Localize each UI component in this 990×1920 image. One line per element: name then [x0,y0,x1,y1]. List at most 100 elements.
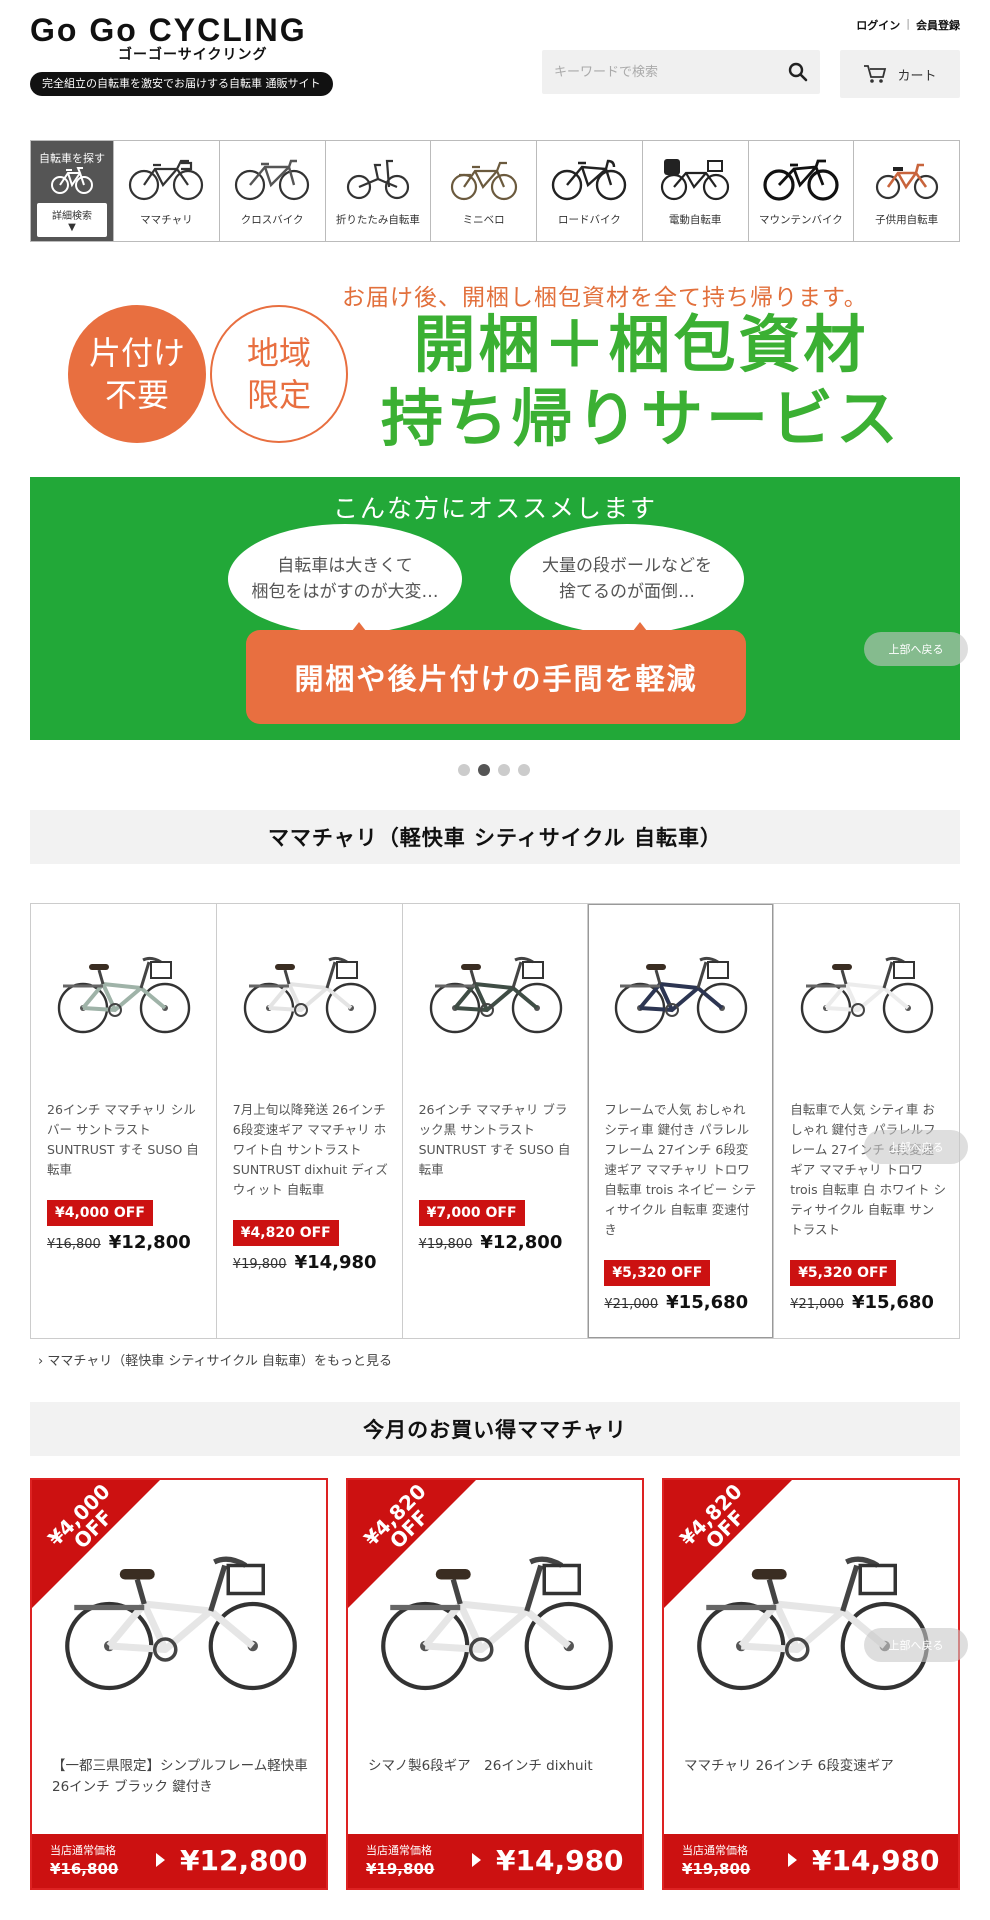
product-row: 26インチ ママチャリ シルバー サントラスト SUNTRUST すそ SUSO… [30,903,960,1339]
deal-price-bar: 当店通常価格 ¥19,800 ¥14,980 [348,1834,642,1888]
product-name: 26インチ ママチャリ シルバー サントラスト SUNTRUST すそ SUSO… [47,1102,199,1177]
discount-badge: ¥7,000 OFF [418,1200,525,1226]
arrow-right-icon [788,1853,797,1867]
product-card[interactable]: 自転車で人気 シティ車 おしゃれ 鍵付き パラレルフレーム 27インチ 6段変速… [773,904,959,1338]
benefit-callout: 開梱や後片付けの手間を軽減 [246,630,746,724]
original-price: ¥19,800 [232,1257,287,1272]
price-block: ¥19,800 ¥12,800 [419,1232,563,1253]
category-item-roadbike[interactable]: ロードバイク [536,141,642,241]
category-label: ロードバイク [557,214,621,226]
search-input[interactable] [542,50,772,94]
site-logo-kana: ゴーゴーサイクリング [118,47,268,63]
carousel-dot[interactable] [518,764,530,776]
account-links: ログイン | 会員登録 [856,17,960,33]
speech-bubble: 大量の段ボールなどを 捨てるのが面倒… [510,524,744,634]
kids-bike-icon [875,163,938,200]
carousel-dot[interactable] [458,764,470,776]
cart-button[interactable]: カート [840,50,960,98]
deal-name: シマノ製6段ギア 26インチ dixhuit [368,1758,593,1774]
deal-price-bar: 当店通常価格 ¥19,800 ¥14,980 [664,1834,958,1888]
discount-badge: ¥5,320 OFF [604,1260,711,1286]
product-card[interactable]: 7月上旬以降発送 26インチ 6段変速ギア ママチャリ ホワイト白 サントラスト… [215,904,402,1338]
sale-price: ¥14,980 [812,1844,940,1877]
product-name: フレームで人気 おしゃれ シティ車 鍵付き パラレルフレーム 27インチ 6段変… [604,1102,757,1237]
regular-price-label: 当店通常価格 [366,1844,432,1857]
category-item-minivelo[interactable]: ミニベロ [430,141,536,241]
price-block: ¥21,000 ¥15,680 [604,1292,748,1313]
mamachari-bike-icon [129,159,204,201]
site-tagline: 完全組立の自転車を激安でお届けする自転車 通販サイト [30,72,333,96]
sale-price: ¥14,980 [496,1844,624,1877]
price-block: ¥16,800 ¥12,800 [47,1232,191,1253]
category-item-mountainbike[interactable]: マウンテンバイク [747,141,854,241]
site-header: Go Go CYCLING ゴーゴーサイクリング 完全組立の自転車を激安でお届け… [0,0,990,135]
category-item-mamachari[interactable]: ママチャリ [113,141,219,241]
category-label: 折りたたみ自転車 [335,214,420,226]
original-price: ¥21,000 [604,1297,659,1312]
category-label: ママチャリ [140,214,193,226]
register-link[interactable]: 会員登録 [916,17,960,33]
search-icon [788,62,808,82]
category-item-ebike[interactable]: 電動自転車 [641,141,748,241]
deal-name: ママチャリ 26インチ 6段変速ギア [684,1758,894,1774]
link-separator: | [906,17,910,30]
chevron-down-icon: ▼ [68,222,76,233]
sale-price: ¥12,800 [108,1232,191,1253]
search-button[interactable] [784,58,812,86]
product-image [615,956,748,1034]
back-to-top-button[interactable]: 上部へ戻る [864,1130,968,1164]
category-label: ミニベロ [462,214,505,226]
product-image [57,956,191,1034]
deals-grid: ¥4,000 OFF 【一都三県限定】シンプルフレーム軽快車 26インチ ブラッ… [30,1478,960,1890]
carousel-dot[interactable] [498,764,510,776]
category-item-kids[interactable]: 子供用自転車 [853,141,959,241]
banner-top-text: お届け後、開梱し梱包資材を全て持ち帰ります。 [342,285,868,311]
minivelo-icon [450,161,517,201]
deal-price-bar: 当店通常価格 ¥16,800 ¥12,800 [32,1834,326,1888]
sale-price: ¥15,680 [666,1292,749,1313]
more-mamachari-link[interactable]: › ママチャリ（軽快車 シティサイクル 自転車）をもっと見る [38,1350,392,1369]
regular-price-label: 当店通常価格 [682,1844,748,1857]
deal-card[interactable]: ¥4,000 OFF 【一都三県限定】シンプルフレーム軽快車 26インチ ブラッ… [30,1478,328,1890]
no-cleanup-badge: 片付け 不要 [68,305,206,443]
deal-card[interactable]: ¥4,820 OFF ママチャリ 26インチ 6段変速ギア 当店通常価格 ¥19… [662,1478,960,1890]
category-item-folding[interactable]: 折りたたみ自転車 [324,141,431,241]
back-to-top-button[interactable]: 上部へ戻る [864,632,968,666]
detail-search-button[interactable]: 詳細検索 ▼ [37,203,107,237]
arrow-right-icon [156,1853,165,1867]
promo-banner[interactable]: お届け後、開梱し梱包資材を全て持ち帰ります。 片付け 不要 地域 限定 開梱＋梱… [30,268,960,740]
banner-headline: 開梱＋梱包資材 持ち帰りサービス [380,308,901,455]
product-card[interactable]: 26インチ ママチャリ ブラック黒 サントラスト SUNTRUST すそ SUS… [401,904,588,1338]
login-link[interactable]: ログイン [856,17,900,33]
deal-name: 【一都三県限定】シンプルフレーム軽快車 26インチ ブラック 鍵付き [52,1758,308,1795]
sale-price: ¥12,800 [480,1232,563,1253]
category-item-crossbike[interactable]: クロスバイク [218,141,325,241]
bike-finder-label: 自転車を探す [39,152,105,165]
original-price: ¥21,000 [790,1297,844,1312]
back-to-top-button[interactable]: 上部へ戻る [864,1628,968,1662]
search-box [542,50,820,94]
original-price: ¥16,800 [50,1860,119,1878]
crossbike-icon [235,159,310,201]
arrow-right-icon [472,1853,481,1867]
product-image [800,956,934,1034]
cart-label: カート [897,68,937,84]
regular-price-label: 当店通常価格 [50,1844,116,1857]
discount-badge: ¥4,000 OFF [47,1200,153,1226]
product-card[interactable]: 26インチ ママチャリ シルバー サントラスト SUNTRUST すそ SUSO… [31,904,216,1338]
discount-badge: ¥4,820 OFF [232,1220,339,1246]
deal-card[interactable]: ¥4,820 OFF シマノ製6段ギア 26インチ dixhuit 当店通常価格… [346,1478,644,1890]
speech-bubble: 自転車は大きくて 梱包をはがすのが大変… [228,524,462,634]
original-price: ¥19,800 [366,1860,435,1878]
category-label: マウンテンバイク [758,214,843,226]
carousel-dot-active[interactable] [478,764,490,776]
cart-icon [864,65,887,83]
original-price: ¥19,800 [682,1860,751,1878]
product-image [429,956,562,1034]
sale-price: ¥14,980 [294,1252,377,1273]
category-label: 子供用自転車 [875,214,939,226]
sale-price: ¥12,800 [180,1844,308,1877]
product-card[interactable]: フレームで人気 おしゃれ シティ車 鍵付き パラレルフレーム 27インチ 6段変… [587,904,773,1338]
ebike-icon [661,159,730,201]
category-label: 電動自転車 [668,214,722,226]
